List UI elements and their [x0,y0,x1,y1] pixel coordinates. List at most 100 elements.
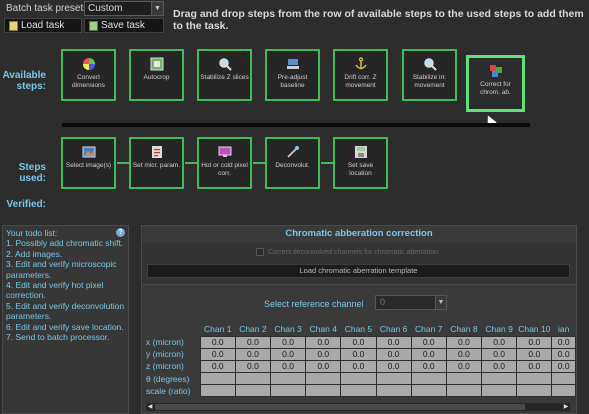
preset-value: Custom [88,3,123,14]
table-cell[interactable] [199,372,236,386]
magnifier-icon [423,58,437,71]
table-cell[interactable]: 0.0 [305,335,342,349]
table-cell[interactable]: 0.0 [516,359,553,374]
step-label: Hot or cold pixel corr. [201,162,248,177]
checkbox-label: Correct deconvolved channels for chromat… [268,248,439,256]
table-row: scale (ratio) [144,384,576,398]
table-cell[interactable]: 0.0 [340,359,377,374]
table-cell[interactable] [481,384,518,398]
ref-channel-select[interactable]: 0 ▼ [375,295,447,310]
table-cell[interactable]: 0.0 [199,347,236,361]
step-stabilize-z[interactable]: Stabilize Z slices [197,49,252,101]
step-autocrop[interactable]: Autocrop [129,49,184,101]
table-cell[interactable]: 0.0 [269,347,307,361]
table-cell[interactable] [340,384,377,398]
chromatic-inner: Select reference channel 0 ▼ Chan 1 Chan… [142,284,576,413]
preset-select[interactable]: Custom ▼ [84,1,164,16]
scroll-thumb[interactable] [155,404,525,410]
table-cell[interactable]: 0.0 [410,359,447,374]
table-cell[interactable]: 0.0 [445,335,483,349]
table-cell[interactable]: 0.0 [305,359,342,374]
load-template-button[interactable]: Load chromatic aberration template [147,264,570,278]
table-cell[interactable] [551,384,576,398]
table-cell[interactable] [199,384,236,398]
used-step-select-images[interactable]: Select image(s) [61,137,116,189]
step-connector [117,162,129,164]
column-header: Chan 1 [200,323,236,336]
table-cell[interactable] [305,384,342,398]
step-drift-correction[interactable]: Drift corr. Z movement [333,49,388,101]
baseline-icon [286,59,299,69]
correct-deconvolved-checkbox[interactable] [256,248,264,256]
table-cell[interactable]: 0.0 [551,359,576,374]
verified-label: Verified: [6,199,46,210]
column-header: Chan 6 [376,323,412,336]
table-cell[interactable]: 0.0 [375,359,412,374]
table-cell[interactable]: 0.0 [340,335,377,349]
used-step-deconvolution[interactable]: Deconvolut. [265,137,320,189]
step-convert-dimensions[interactable]: Convert dimensions [61,49,116,101]
table-cell[interactable] [516,384,553,398]
table-cell[interactable]: 0.0 [269,335,307,349]
save-task-button[interactable]: Save task [84,18,164,33]
table-cell[interactable]: 0.0 [375,335,412,349]
table-cell[interactable]: 0.0 [199,359,236,374]
table-cell[interactable]: 0.0 [481,335,518,349]
table-cell[interactable]: 0.0 [445,347,483,361]
table-cell[interactable] [481,372,518,386]
table-cell[interactable]: 0.0 [445,359,483,374]
shift-table: Chan 1 Chan 2 Chan 3 Chan 4 Chan 5 Chan … [144,323,576,398]
table-cell[interactable]: 0.0 [481,359,518,374]
used-step-hot-cold-pixel[interactable]: Hot or cold pixel corr. [197,137,252,189]
load-task-button[interactable]: Load task [4,18,82,33]
chromatic-panel: Chromatic abberation correction Correct … [141,225,577,414]
horizontal-scrollbar[interactable]: ◀ ▶ [146,403,570,411]
table-cell[interactable]: 0.0 [410,347,447,361]
table-cell[interactable] [375,384,412,398]
monitor-icon [218,146,231,157]
table-cell[interactable]: 0.0 [340,347,377,361]
table-cell[interactable]: 0.0 [481,347,518,361]
row-header: z (micron) [144,360,201,373]
table-cell[interactable] [234,384,271,398]
used-step-save-location[interactable]: Set save location [333,137,388,189]
todo-panel: ? Your todo list: 1. Possibly add chroma… [2,225,129,414]
step-connector [185,162,197,164]
scroll-left-icon[interactable]: ◀ [146,403,154,411]
table-cell[interactable]: 0.0 [305,347,342,361]
table-cell[interactable] [410,372,447,386]
table-cell[interactable] [340,372,377,386]
table-cell[interactable] [234,372,271,386]
scroll-right-icon[interactable]: ▶ [562,403,570,411]
save-icon [89,21,98,31]
table-cell[interactable] [305,372,342,386]
table-cell[interactable]: 0.0 [551,347,576,361]
table-cell[interactable]: 0.0 [269,359,307,374]
table-cell[interactable]: 0.0 [410,335,447,349]
table-cell[interactable] [269,372,307,386]
step-stabilize-irr[interactable]: Stabilize irr. movement [402,49,457,101]
table-cell[interactable] [516,372,553,386]
table-cell[interactable] [375,372,412,386]
table-cell[interactable] [445,384,483,398]
table-cell[interactable] [410,384,447,398]
step-label: Select image(s) [65,162,112,169]
table-cell[interactable]: 0.0 [234,335,271,349]
table-cell[interactable]: 0.0 [516,347,553,361]
step-pre-adjust-baseline[interactable]: Pre-adjust baseline [265,49,320,101]
used-step-micr-param[interactable]: Set micr. param. [129,137,184,189]
table-cell[interactable] [269,384,307,398]
table-cell[interactable]: 0.0 [551,335,576,349]
presets-label: Batch task presets: [6,3,92,14]
table-cell[interactable]: 0.0 [234,347,271,361]
instruction-text: Drag and drop steps from the row of avai… [173,8,584,32]
table-cell[interactable]: 0.0 [199,335,236,349]
help-icon[interactable]: ? [116,228,125,237]
table-cell[interactable]: 0.0 [516,335,553,349]
table-cell[interactable] [445,372,483,386]
step-correct-chrom-ab[interactable]: Correct for chrom. ab. [466,55,525,112]
table-cell[interactable]: 0.0 [375,347,412,361]
correct-deconvolved-row[interactable]: Correct deconvolved channels for chromat… [256,248,438,256]
table-cell[interactable] [551,372,576,386]
table-cell[interactable]: 0.0 [234,359,271,374]
